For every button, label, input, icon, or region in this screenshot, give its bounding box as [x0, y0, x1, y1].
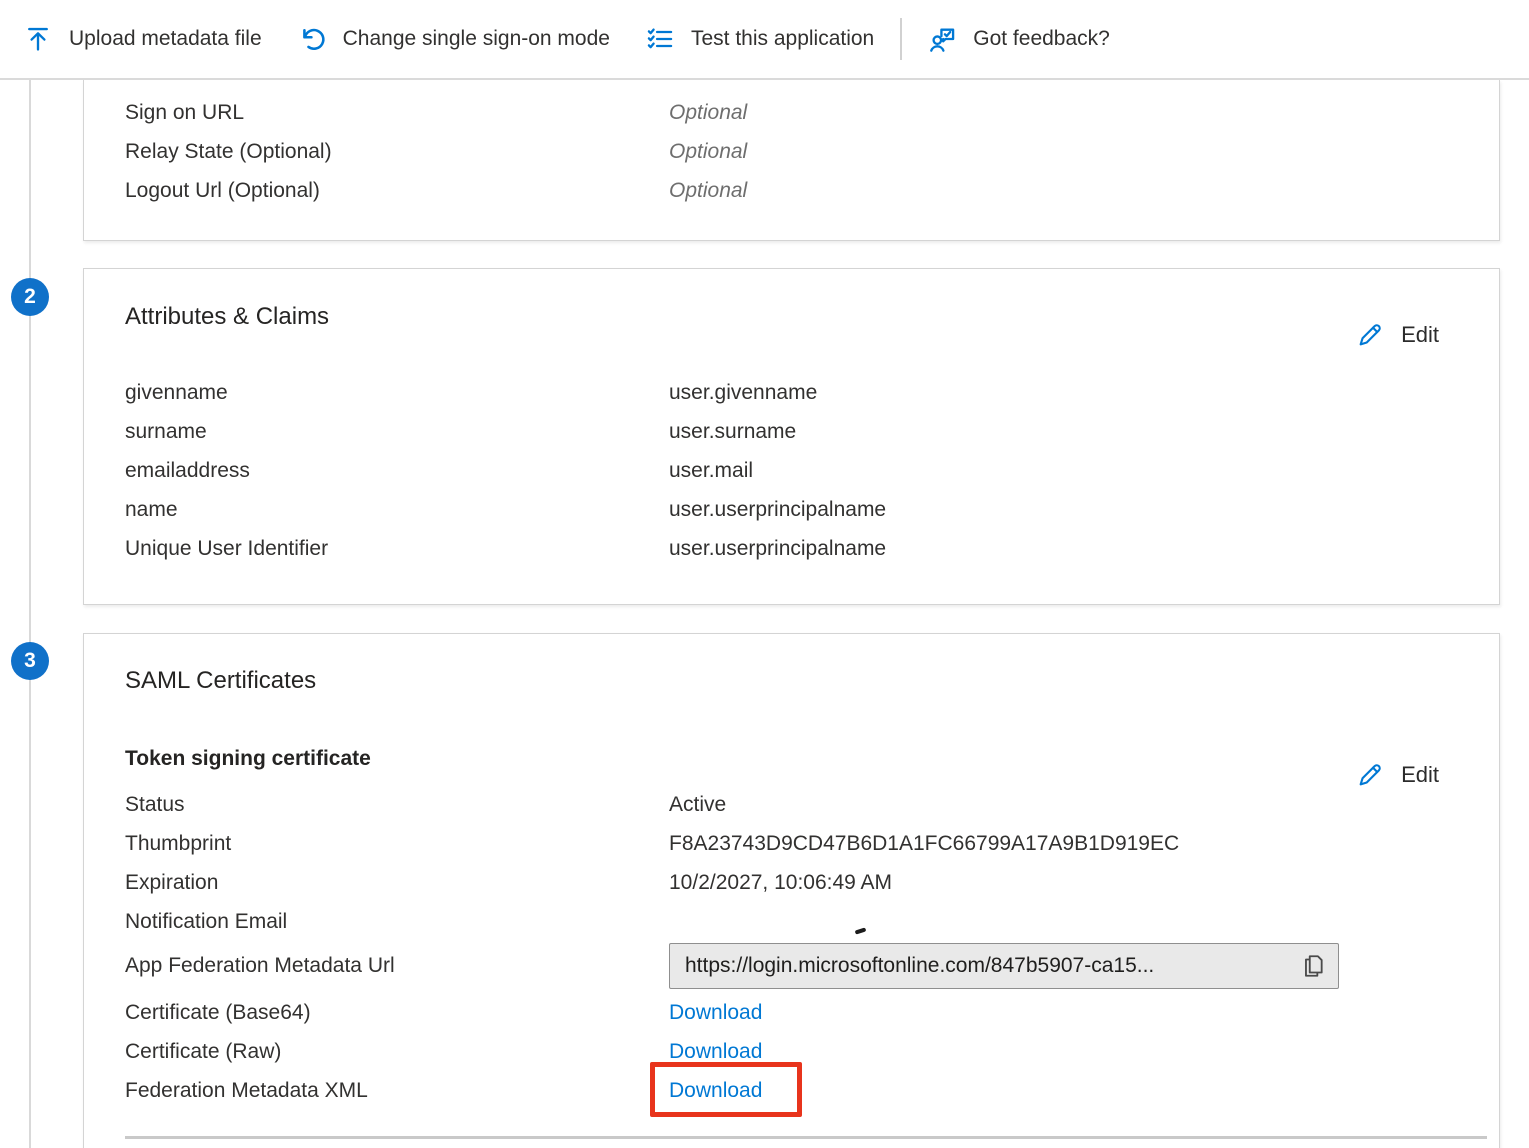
step-3-badge: 3	[11, 642, 49, 680]
copy-button[interactable]	[1298, 951, 1328, 981]
cert-detail-row: Notification Email	[125, 902, 1487, 941]
cert-detail-row: Status Active	[125, 785, 1487, 824]
cert-detail-label: Status	[125, 785, 669, 824]
claim-row: surname user.surname	[125, 412, 1459, 451]
field-value: Optional	[669, 171, 747, 210]
download-raw-link[interactable]: Download	[669, 1040, 762, 1063]
download-base64-link[interactable]: Download	[669, 1001, 762, 1024]
cert-expiration-value: 10/2/2027, 10:06:49 AM	[669, 863, 892, 902]
field-value: Optional	[669, 132, 747, 171]
claim-name: name	[125, 490, 669, 529]
change-sso-mode-label: Change single sign-on mode	[343, 27, 610, 51]
claim-row: Unique User Identifier user.userprincipa…	[125, 529, 1459, 568]
attributes-claims-card: Attributes & Claims Edit givenname user.…	[83, 268, 1500, 605]
metadata-url-input[interactable]	[685, 954, 1298, 978]
cert-detail-label: Thumbprint	[125, 824, 669, 863]
claim-row: name user.userprincipalname	[125, 490, 1459, 529]
toolbar-divider	[900, 18, 902, 60]
got-feedback-button[interactable]: Got feedback?	[910, 0, 1128, 78]
basic-saml-config-card: Sign on URL Optional Relay State (Option…	[83, 80, 1500, 241]
download-label: Federation Metadata XML	[125, 1071, 669, 1110]
field-label: Logout Url (Optional)	[125, 171, 669, 210]
claim-value: user.userprincipalname	[669, 490, 886, 529]
edit-button-label: Edit	[1401, 322, 1439, 348]
cert-detail-row: Expiration 10/2/2027, 10:06:49 AM	[125, 863, 1487, 902]
claim-name: Unique User Identifier	[125, 529, 669, 568]
pencil-icon	[1356, 321, 1384, 349]
cert-status-value: Active	[669, 785, 726, 824]
edit-attributes-button[interactable]: Edit	[1356, 321, 1439, 349]
cert-detail-label: Notification Email	[125, 902, 669, 941]
download-row: Federation Metadata XML Download	[125, 1071, 1487, 1110]
step-rail	[29, 80, 31, 1148]
download-row: Certificate (Raw) Download	[125, 1032, 1487, 1071]
feedback-icon	[928, 25, 956, 53]
token-signing-certificate-heading: Token signing certificate	[125, 739, 1487, 778]
upload-metadata-button[interactable]: Upload metadata file	[24, 0, 280, 78]
claim-value: user.userprincipalname	[669, 529, 886, 568]
field-label: Sign on URL	[125, 93, 669, 132]
copy-icon	[1300, 953, 1326, 979]
got-feedback-label: Got feedback?	[973, 27, 1110, 51]
test-application-button[interactable]: Test this application	[628, 0, 892, 78]
pencil-icon	[1356, 761, 1384, 789]
section-divider	[125, 1136, 1487, 1139]
field-value: Optional	[669, 93, 747, 132]
claim-row: emailaddress user.mail	[125, 451, 1459, 490]
claim-value: user.givenname	[669, 373, 817, 412]
claim-value: user.mail	[669, 451, 753, 490]
download-label: Certificate (Base64)	[125, 993, 669, 1032]
checklist-icon	[646, 25, 674, 53]
download-row: Certificate (Base64) Download	[125, 993, 1487, 1032]
cert-thumbprint-value: F8A23743D9CD47B6D1A1FC66799A17A9B1D919EC	[669, 824, 1179, 863]
saml-certificates-title: SAML Certificates	[125, 663, 1487, 699]
claim-name: givenname	[125, 373, 669, 412]
undo-icon	[298, 25, 326, 53]
saml-sso-page: Upload metadata file Change single sign-…	[0, 0, 1529, 1148]
test-application-label: Test this application	[691, 27, 874, 51]
field-row: Relay State (Optional) Optional	[125, 132, 1459, 171]
metadata-url-row: App Federation Metadata Url	[125, 941, 1487, 991]
claim-value: user.surname	[669, 412, 796, 451]
field-row: Sign on URL Optional	[125, 93, 1459, 132]
upload-icon	[24, 25, 52, 53]
saml-certificates-card: SAML Certificates Edit Token signing cer…	[83, 633, 1500, 1148]
edit-button-label: Edit	[1401, 762, 1439, 788]
attributes-claims-title: Attributes & Claims	[125, 299, 1459, 335]
field-row: Logout Url (Optional) Optional	[125, 171, 1459, 210]
edit-certificates-button[interactable]: Edit	[1356, 761, 1439, 789]
change-sso-mode-button[interactable]: Change single sign-on mode	[280, 0, 628, 78]
claim-name: emailaddress	[125, 451, 669, 490]
metadata-url-box	[669, 943, 1339, 989]
download-label: Certificate (Raw)	[125, 1032, 669, 1071]
field-label: Relay State (Optional)	[125, 132, 669, 171]
upload-metadata-label: Upload metadata file	[69, 27, 262, 51]
claim-row: givenname user.givenname	[125, 373, 1459, 412]
command-bar: Upload metadata file Change single sign-…	[0, 0, 1529, 80]
download-federation-metadata-link[interactable]: Download	[669, 1079, 762, 1102]
metadata-url-label: App Federation Metadata Url	[125, 954, 669, 978]
step-2-badge: 2	[11, 278, 49, 316]
cert-detail-label: Expiration	[125, 863, 669, 902]
cert-detail-row: Thumbprint F8A23743D9CD47B6D1A1FC66799A1…	[125, 824, 1487, 863]
claim-name: surname	[125, 412, 669, 451]
